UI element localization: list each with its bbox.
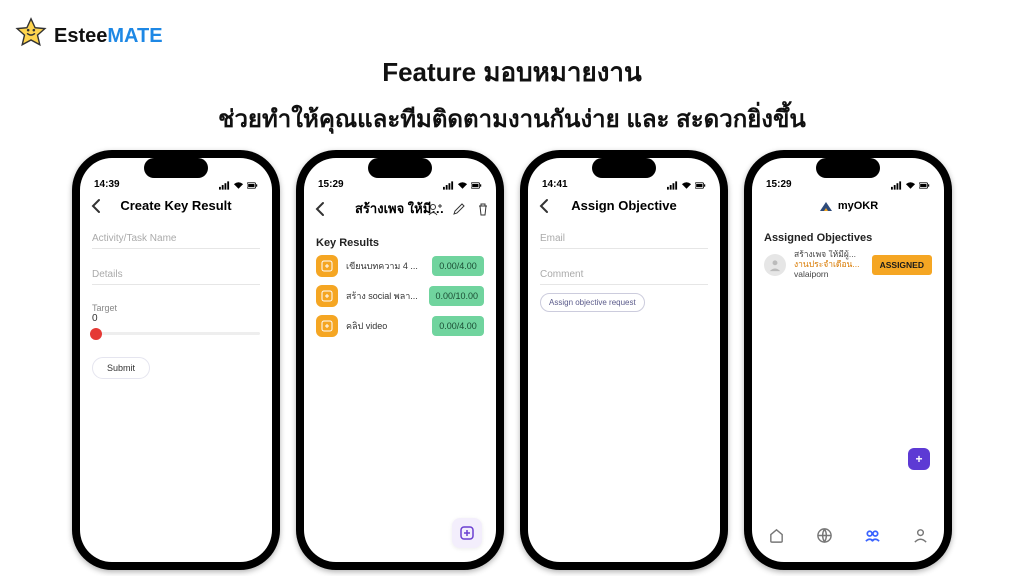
kr-progress-badge: 0.00/4.00: [432, 316, 484, 336]
signal-icon: [891, 181, 902, 190]
submit-button[interactable]: Submit: [92, 357, 150, 379]
nav-globe[interactable]: [816, 527, 833, 549]
phone-frame-1: 14:39 Create Key Result Activity/Task Na…: [72, 150, 280, 570]
status-icons: [667, 181, 706, 190]
assigned-line3: valaiporn: [794, 270, 864, 280]
phone-frame-4: 15:29 myOKR Assigned Objectives: [744, 150, 952, 570]
status-time: 15:29: [318, 179, 344, 190]
add-kr-fab[interactable]: [452, 518, 482, 548]
phone-notch: [144, 158, 208, 178]
status-time: 15:29: [766, 179, 792, 190]
details-input[interactable]: Details: [92, 263, 260, 285]
email-input[interactable]: Email: [540, 227, 708, 249]
back-button[interactable]: [536, 197, 554, 215]
key-result-item[interactable]: คลิป video 0.00/4.00: [316, 315, 484, 337]
slider-thumb[interactable]: [90, 328, 102, 340]
app-title: myOKR: [838, 200, 878, 212]
heading-line2: ช่วยทำให้คุณและทีมติดตามงานกันง่าย และ ส…: [0, 99, 1024, 138]
section-title: Assigned Objectives: [764, 232, 932, 244]
app-header: myOKR: [752, 192, 944, 220]
nav-profile[interactable]: [912, 527, 929, 549]
status-icons: [891, 181, 930, 190]
battery-icon: [919, 181, 930, 190]
signal-icon: [219, 181, 230, 190]
status-time: 14:39: [94, 179, 120, 190]
kr-icon: [316, 285, 338, 307]
assign-request-button[interactable]: Assign objective request: [540, 293, 645, 312]
screen-title: Assign Objective: [571, 198, 676, 213]
app-bar: สร้างเพจ ให้มีผู้ติ...: [304, 192, 496, 225]
assigned-line2: งานประจำเดือน...: [794, 260, 864, 270]
phone-notch: [816, 158, 880, 178]
assign-icon[interactable]: [428, 202, 442, 216]
status-icons: [219, 181, 258, 190]
phone-notch: [368, 158, 432, 178]
kr-label: คลิป video: [346, 319, 424, 333]
delete-icon[interactable]: [476, 202, 490, 216]
target-value: 0: [92, 313, 260, 324]
battery-icon: [695, 181, 706, 190]
bottom-nav: [752, 520, 944, 562]
phone-showcase: 14:39 Create Key Result Activity/Task Na…: [0, 150, 1024, 570]
battery-icon: [471, 181, 482, 190]
add-fab[interactable]: +: [908, 448, 930, 470]
key-result-item[interactable]: เขียนบทความ 4 ... 0.00/4.00: [316, 255, 484, 277]
signal-icon: [667, 181, 678, 190]
kr-progress-badge: 0.00/4.00: [432, 256, 484, 276]
assigned-objective-item[interactable]: สร้างเพจ ให้มีผู้... งานประจำเดือน... va…: [764, 250, 932, 279]
phone-notch: [592, 158, 656, 178]
star-icon: [14, 16, 48, 56]
brand-text-1: Estee: [54, 25, 107, 47]
wifi-icon: [681, 181, 692, 190]
back-button[interactable]: [88, 197, 106, 215]
section-title: Key Results: [316, 237, 484, 249]
nav-home[interactable]: [768, 527, 785, 549]
wifi-icon: [233, 181, 244, 190]
phone-frame-2: 15:29 สร้างเพจ ให้มีผู้ติ... Key Results: [296, 150, 504, 570]
kr-label: เขียนบทความ 4 ...: [346, 259, 424, 273]
brand-logo: EsteeMATE: [14, 16, 163, 56]
page-heading: Feature มอบหมายงาน ช่วยทำให้คุณและทีมติด…: [0, 52, 1024, 138]
comment-input[interactable]: Comment: [540, 263, 708, 285]
phone-frame-3: 14:41 Assign Objective Email Comment Ass…: [520, 150, 728, 570]
wifi-icon: [457, 181, 468, 190]
assigned-status-badge: ASSIGNED: [872, 255, 932, 275]
app-logo-icon: [818, 198, 834, 214]
status-icons: [443, 181, 482, 190]
app-bar: Create Key Result: [80, 192, 272, 219]
kr-progress-badge: 0.00/10.00: [429, 286, 484, 306]
wifi-icon: [905, 181, 916, 190]
signal-icon: [443, 181, 454, 190]
status-time: 14:41: [542, 179, 568, 190]
target-label: Target: [92, 303, 260, 313]
nav-team[interactable]: [864, 527, 881, 549]
assigned-line1: สร้างเพจ ให้มีผู้...: [794, 250, 864, 260]
back-button[interactable]: [312, 200, 330, 218]
app-bar: Assign Objective: [528, 192, 720, 219]
target-slider[interactable]: [92, 332, 260, 335]
battery-icon: [247, 181, 258, 190]
edit-icon[interactable]: [452, 202, 466, 216]
kr-label: สร้าง social พลา...: [346, 289, 421, 303]
screen-title: Create Key Result: [120, 198, 231, 213]
activity-input[interactable]: Activity/Task Name: [92, 227, 260, 249]
brand-text-2: MATE: [107, 25, 162, 47]
heading-line1: Feature มอบหมายงาน: [0, 52, 1024, 93]
kr-icon: [316, 255, 338, 277]
kr-icon: [316, 315, 338, 337]
avatar: [764, 254, 786, 276]
key-result-item[interactable]: สร้าง social พลา... 0.00/10.00: [316, 285, 484, 307]
